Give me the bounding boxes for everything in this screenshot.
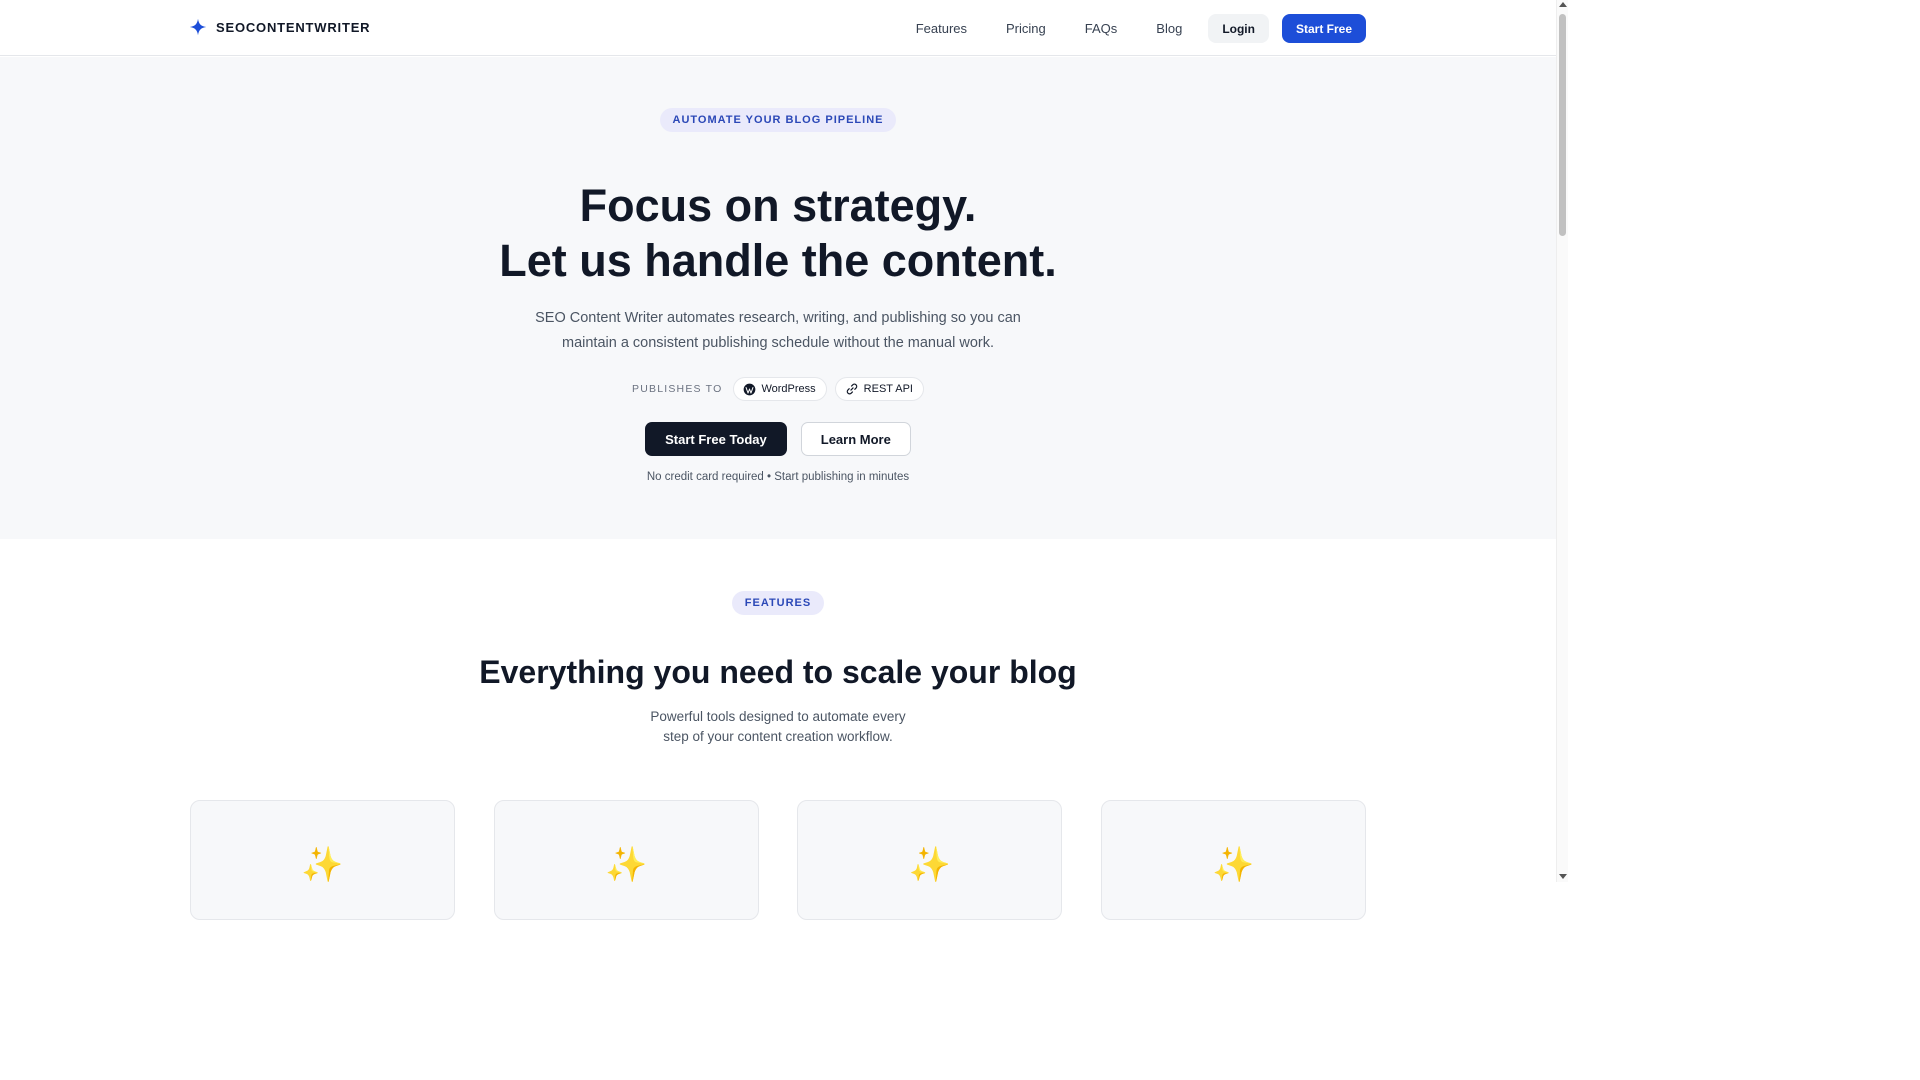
sparkles-icon: ✨: [908, 846, 951, 884]
top-navigation-bar: SEOCONTENTWRITER Features Pricing FAQs B…: [0, 0, 1556, 56]
start-free-button[interactable]: Start Free: [1281, 14, 1366, 43]
login-button[interactable]: Login: [1208, 14, 1269, 43]
nav-link-features[interactable]: Features: [916, 21, 967, 36]
scroll-down-arrow-icon[interactable]: [1559, 874, 1567, 879]
publishes-to-label: PUBLISHES TO: [632, 383, 723, 395]
sparkle-logo-icon: [189, 18, 207, 36]
publishes-to-row: PUBLISHES TO WordPress REST API: [632, 377, 924, 401]
brand-name: SEOCONTENTWRITER: [216, 19, 371, 35]
feature-card[interactable]: ✨: [1100, 800, 1366, 920]
nav-link-blog[interactable]: Blog: [1156, 21, 1182, 36]
link-icon: [846, 383, 857, 395]
features-badge: FEATURES: [731, 591, 825, 615]
wordpress-icon: [744, 383, 756, 395]
hero-cta-group: Start Free Today Learn More: [645, 422, 911, 456]
hero-badge: AUTOMATE YOUR BLOG PIPELINE: [659, 108, 897, 132]
wordpress-chip: WordPress: [733, 377, 827, 401]
scroll-up-arrow-icon[interactable]: [1559, 2, 1567, 7]
nav-link-pricing[interactable]: Pricing: [1006, 21, 1046, 36]
rest-api-label: REST API: [863, 383, 913, 395]
feature-card[interactable]: ✨: [493, 800, 759, 920]
hero-section: AUTOMATE YOUR BLOG PIPELINE Focus on str…: [0, 57, 1556, 539]
scrollbar-thumb[interactable]: [1559, 14, 1566, 236]
hero-title-line-2: Let us handle the content.: [499, 235, 1057, 286]
feature-card[interactable]: ✨: [190, 800, 455, 920]
sparkles-icon: ✨: [1212, 846, 1255, 884]
sparkles-icon: ✨: [604, 846, 648, 884]
hero-note: No credit card required • Start publishi…: [646, 471, 910, 483]
learn-more-button[interactable]: Learn More: [800, 422, 911, 456]
start-free-today-button[interactable]: Start Free Today: [645, 422, 787, 456]
feature-card[interactable]: ✨: [797, 800, 1063, 920]
rest-api-chip: REST API: [834, 377, 924, 401]
hero-title-line-1: Focus on strategy.: [579, 180, 977, 231]
feature-card-grid: ✨ ✨ ✨ ✨: [190, 800, 1366, 920]
hero-description: SEO Content Writer automates research, w…: [535, 310, 1021, 351]
sparkles-icon: ✨: [301, 846, 344, 884]
vertical-scrollbar[interactable]: [1556, 0, 1568, 882]
hero-title: Focus on strategy. Let us handle the con…: [499, 178, 1057, 288]
features-description: Powerful tools designed to automate ever…: [650, 709, 906, 744]
wordpress-label: WordPress: [761, 383, 816, 395]
nav-link-faqs[interactable]: FAQs: [1085, 21, 1118, 36]
features-title: Everything you need to scale your blog: [479, 654, 1077, 690]
main-nav: Features Pricing FAQs Blog Login Start F…: [916, 14, 1366, 43]
brand-logo[interactable]: SEOCONTENTWRITER: [189, 18, 370, 36]
